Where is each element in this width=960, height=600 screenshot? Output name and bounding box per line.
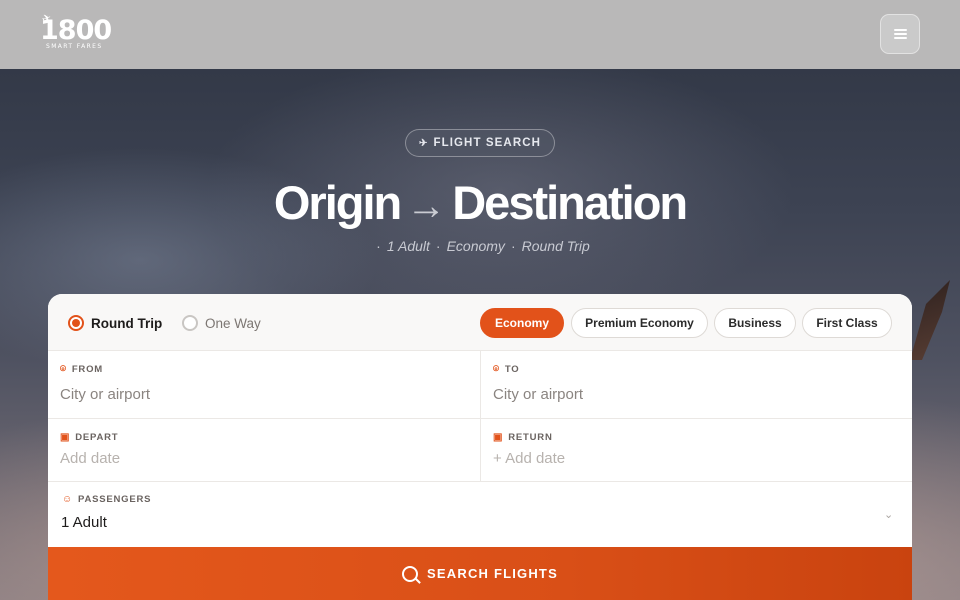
return-label: RETURN: [508, 432, 553, 443]
summary-separator: ·: [435, 238, 441, 254]
search-button-label: SEARCH FLIGHTS: [427, 566, 558, 581]
depart-label: DEPART: [75, 432, 119, 443]
cabin-economy-chip[interactable]: Economy: [480, 308, 564, 338]
passengers-label-row: ☺ PASSENGERS: [62, 494, 151, 505]
to-label-row: ⌾ TO: [493, 364, 519, 375]
radio-round-trip[interactable]: Round Trip: [68, 314, 162, 332]
cabin-first-class-chip[interactable]: First Class: [802, 308, 892, 338]
radio-label: Round Trip: [91, 315, 163, 331]
divider: [480, 351, 481, 481]
summary-cabin: Economy: [446, 238, 505, 254]
return-date-placeholder: + Add date: [493, 450, 566, 467]
menu-button[interactable]: [880, 14, 920, 54]
radio-one-way[interactable]: One Way: [182, 314, 261, 332]
return-label-row: ▣ RETURN: [493, 432, 553, 443]
flight-search-badge: ✈ FLIGHT SEARCH: [405, 129, 555, 157]
radio-selected-icon: [68, 315, 84, 331]
trip-summary: · 1 Adult · Economy · Round Trip: [0, 238, 960, 254]
passengers-label: PASSENGERS: [78, 494, 152, 505]
location-pin-icon: ⌾: [493, 364, 500, 375]
search-form: Round Trip One Way Economy Premium Econo…: [48, 294, 912, 600]
radio-label: One Way: [205, 315, 261, 331]
search-icon: [402, 565, 419, 582]
cabin-business-chip[interactable]: Business: [714, 308, 796, 338]
page-title: Origin → Destination: [0, 174, 960, 235]
depart-field[interactable]: ▣ DEPART Add date: [48, 419, 480, 481]
from-label: FROM: [71, 364, 103, 375]
summary-trip-type: Round Trip: [521, 238, 590, 254]
logo-tagline: SMART FARES: [46, 43, 103, 50]
site-header: ✈ 1800 SMART FARES: [0, 0, 960, 69]
calendar-icon: ▣: [60, 432, 71, 443]
logo[interactable]: ✈ 1800 SMART FARES: [40, 12, 120, 52]
radio-unselected-icon: [182, 315, 198, 331]
depart-date-placeholder: Add date: [60, 450, 121, 467]
summary-separator: ·: [510, 238, 516, 254]
to-label: TO: [504, 364, 520, 375]
plane-icon: ✈: [418, 137, 429, 149]
chevron-down-icon[interactable]: ⌄: [884, 508, 896, 521]
to-field[interactable]: ⌾ TO: [481, 351, 912, 418]
cabin-premium-economy-chip[interactable]: Premium Economy: [571, 308, 708, 338]
to-input[interactable]: [493, 386, 873, 403]
return-field[interactable]: ▣ RETURN + Add date: [481, 419, 912, 481]
depart-label-row: ▣ DEPART: [60, 432, 118, 443]
passengers-value: 1 Adult: [61, 514, 107, 531]
passengers-field[interactable]: ☺ PASSENGERS: [48, 482, 912, 547]
hamburger-icon: [893, 29, 907, 39]
from-label-row: ⌾ FROM: [60, 364, 103, 375]
title-destination: Destination: [452, 176, 688, 229]
logo-number: 1800: [40, 15, 112, 46]
title-origin: Origin: [273, 176, 402, 229]
from-field[interactable]: ⌾ FROM: [48, 351, 480, 418]
summary-separator: ·: [376, 238, 381, 254]
badge-label: FLIGHT SEARCH: [433, 137, 542, 149]
location-pin-icon: ⌾: [60, 364, 67, 375]
arrow-right-icon: →: [406, 184, 447, 228]
from-input[interactable]: [60, 386, 440, 403]
summary-passengers: 1 Adult: [386, 238, 430, 254]
users-icon: ☺: [62, 494, 74, 505]
search-flights-button[interactable]: SEARCH FLIGHTS: [48, 547, 912, 600]
search-options-bar: Round Trip One Way Economy Premium Econo…: [48, 294, 912, 351]
calendar-icon: ▣: [493, 432, 504, 443]
